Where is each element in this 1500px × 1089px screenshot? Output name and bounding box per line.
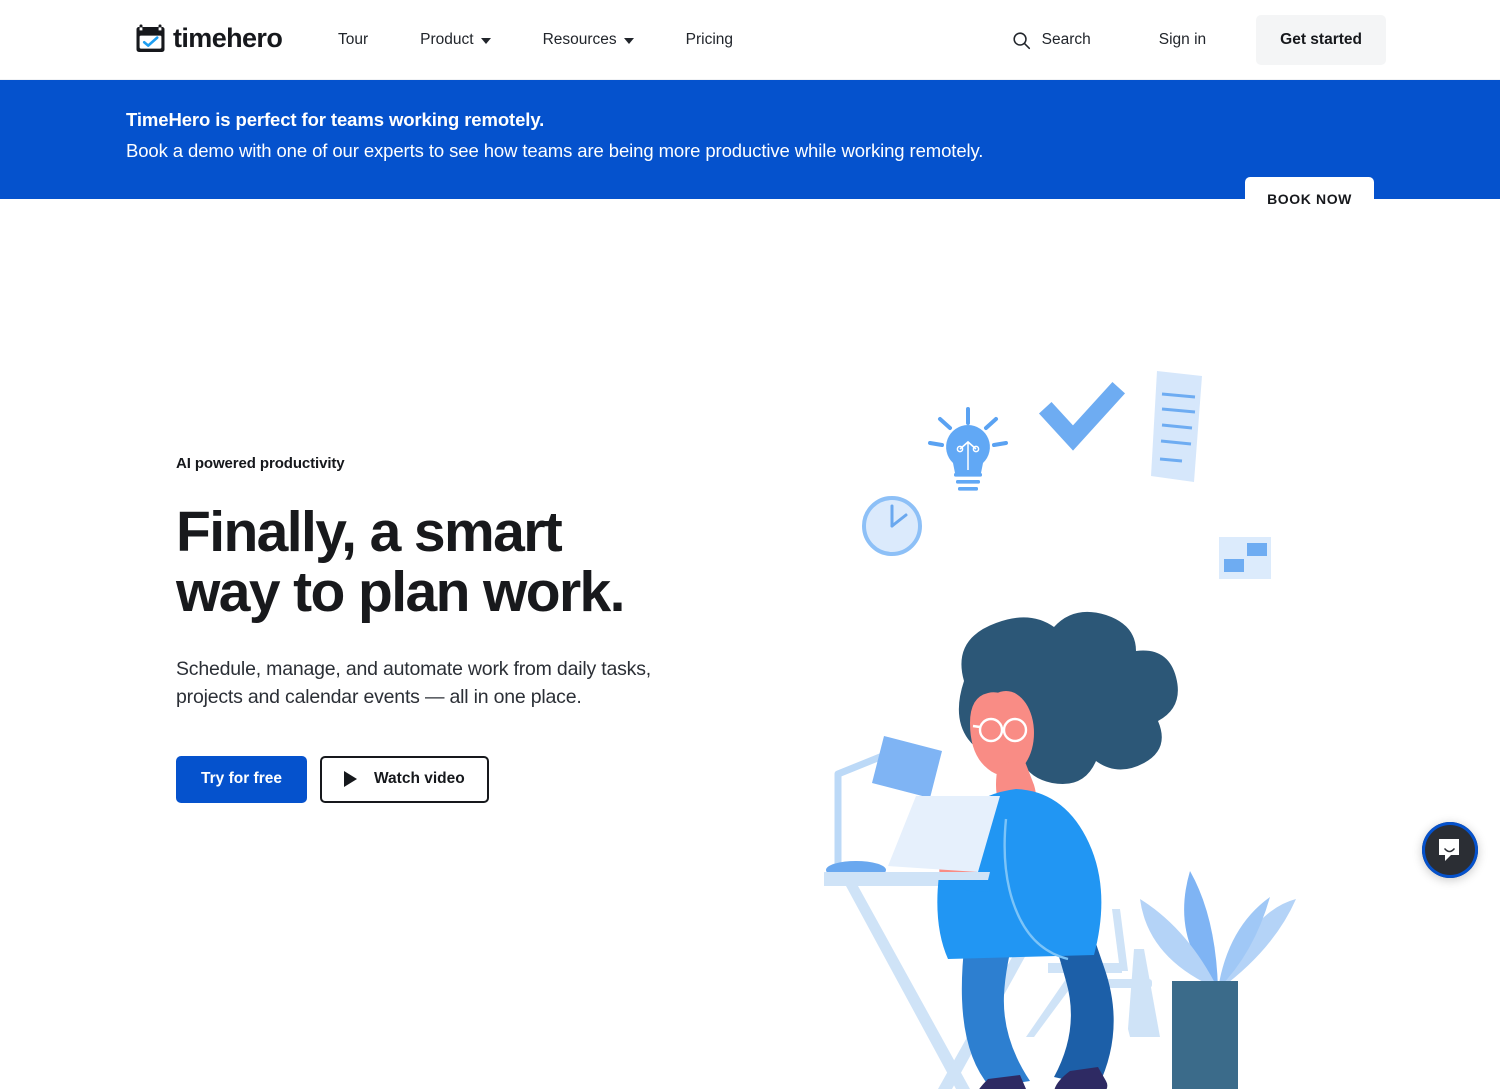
- get-started-button[interactable]: Get started: [1256, 15, 1386, 65]
- nav-item-label: Pricing: [686, 31, 733, 49]
- nav-item-resources[interactable]: Resources: [543, 31, 634, 49]
- chevron-down-icon: [481, 38, 491, 44]
- watch-video-label: Watch video: [374, 770, 465, 788]
- promo-banner: TimeHero is perfect for teams working re…: [0, 80, 1500, 199]
- chat-bubble-icon: [1437, 837, 1463, 863]
- promo-banner-title: TimeHero is perfect for teams working re…: [126, 106, 983, 134]
- checkmark-icon: [1051, 394, 1113, 438]
- hero-title-line-2: way to plan work.: [176, 560, 624, 624]
- promo-banner-text: TimeHero is perfect for teams working re…: [126, 106, 983, 165]
- hero-section: AI powered productivity Finally, a smart…: [0, 199, 1500, 900]
- nav-item-label: Resources: [543, 31, 617, 49]
- promo-banner-subtitle: Book a demo with one of our experts to s…: [126, 137, 983, 165]
- play-icon: [344, 771, 357, 787]
- clock-icon: [864, 498, 920, 554]
- nav-item-tour[interactable]: Tour: [338, 31, 368, 49]
- watch-video-button[interactable]: Watch video: [320, 756, 489, 803]
- hero-copy: AI powered productivity Finally, a smart…: [176, 455, 736, 803]
- sign-in-link[interactable]: Sign in: [1159, 31, 1206, 49]
- search-button[interactable]: Search: [1012, 31, 1091, 50]
- chevron-down-icon: [624, 38, 634, 44]
- try-for-free-button[interactable]: Try for free: [176, 756, 307, 803]
- lightbulb-icon: [930, 409, 1006, 491]
- calendar-check-icon: [136, 24, 165, 53]
- card-icon: [1219, 537, 1271, 579]
- plant: [1140, 871, 1296, 1089]
- chat-launcher-button[interactable]: [1422, 822, 1478, 878]
- hero-subtitle: Schedule, manage, and automate work from…: [176, 656, 686, 712]
- hero-eyebrow: AI powered productivity: [176, 455, 736, 472]
- nav-item-label: Tour: [338, 31, 368, 49]
- logo-text: timehero: [173, 25, 282, 52]
- hero-title-line-1: Finally, a smart: [176, 500, 561, 564]
- nav-item-label: Product: [420, 31, 473, 49]
- header-actions: Search Sign in Get started: [1012, 0, 1386, 80]
- page-title: Finally, a smart way to plan work.: [176, 502, 736, 623]
- search-icon: [1012, 31, 1031, 50]
- hero-actions: Try for free Watch video: [176, 756, 736, 803]
- main-navigation: Tour Product Resources Pricing: [338, 0, 733, 80]
- nav-item-product[interactable]: Product: [420, 31, 490, 49]
- site-header: timehero Tour Product Resources Pricing …: [0, 0, 1500, 80]
- nav-item-pricing[interactable]: Pricing: [686, 31, 733, 49]
- logo[interactable]: timehero: [136, 24, 282, 53]
- hero-illustration: [820, 349, 1320, 1089]
- document-icon: [1151, 371, 1202, 482]
- search-label: Search: [1042, 31, 1091, 49]
